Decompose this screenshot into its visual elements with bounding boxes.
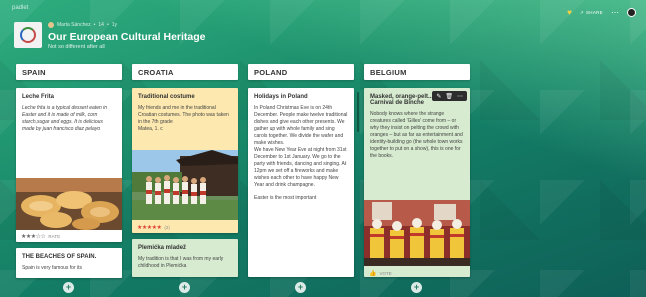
more-icon[interactable]: ⋯ [611, 8, 619, 16]
dot-separator: • [93, 22, 96, 28]
post-title: Plemićka mladež [138, 245, 187, 251]
edit-icon[interactable]: ✎ [436, 93, 441, 100]
post-title: Traditional costume [138, 94, 195, 100]
likes-count: 14 [98, 22, 104, 28]
post-body: My friends and me in the traditional Cro… [138, 105, 229, 125]
add-post-button-croatia[interactable]: + [179, 282, 190, 293]
post-title: Holidays in Poland [254, 94, 308, 100]
post-body: Spain is very famous for its [22, 265, 83, 271]
column-header-croatia: CROATIA [132, 64, 238, 80]
add-post-button-belgium[interactable]: + [411, 282, 422, 293]
post-title: THE BEACHES OF SPAIN. [22, 254, 97, 260]
brand-logo-text[interactable]: padlet [12, 5, 28, 11]
user-avatar[interactable] [627, 8, 636, 17]
carnival-photo [364, 200, 470, 266]
time-ago: 1y [111, 22, 118, 28]
post-body-easter: Easter is the most important [254, 195, 317, 201]
column-scrollbar[interactable] [357, 92, 359, 132]
page-title: Our European Cultural Heritage [48, 31, 206, 43]
header-actions: ♥ ↗ SHARE ⋯ [567, 8, 636, 17]
leche-frita-photo [16, 178, 122, 230]
post-toolbar: ✎ 🗑 ⋯ [432, 91, 467, 101]
post-holidays-in-poland[interactable]: Holidays in Poland In Poland Christmas E… [248, 88, 354, 277]
post-leche-frita[interactable]: Leche Frita Leche frita is a typical des… [16, 88, 122, 242]
rating-bar: ★★★★★ (2) [132, 222, 238, 232]
dot-separator: • [106, 22, 109, 28]
post-title: Leche Frita [22, 94, 55, 100]
post-image[interactable] [364, 200, 470, 266]
star-rating[interactable]: ★★★★★ [137, 224, 162, 231]
post-body-christmas: In Poland Christmas Eve is on 24th Decem… [254, 105, 348, 146]
board-meta: Marta Sánchez • 14 • 1y [48, 22, 117, 28]
rating-count: RATE [48, 233, 61, 239]
vote-bar: 👍 VOTE [364, 268, 470, 277]
column-header-poland: POLAND [248, 64, 354, 80]
post-image[interactable] [132, 150, 238, 220]
author-name[interactable]: Marta Sánchez [57, 22, 91, 28]
heart-icon[interactable]: ♥ [567, 8, 572, 17]
board-icon [14, 22, 42, 48]
add-post-button-spain[interactable]: + [63, 282, 74, 293]
post-plemicka-mladez[interactable]: Plemićka mladež My tradition is that I w… [132, 239, 238, 277]
post-body-new-year: We have New Year Eve at night from 31st … [254, 147, 347, 188]
rating-bar: ★★★☆☆ RATE [16, 231, 122, 241]
costume-group-photo [132, 150, 238, 220]
post-body: Leche frita is a typical dessert eaten i… [22, 105, 108, 125]
post-carnival-de-binche[interactable]: Masked, orange-pelt... at Carnival de Bi… [364, 88, 470, 277]
post-body: Nobody knows where the strange creatures… [370, 111, 463, 159]
rating-count: (2) [164, 224, 170, 230]
star-rating[interactable]: ★★★☆☆ [21, 233, 46, 240]
column-header-spain: SPAIN [16, 64, 122, 80]
delete-icon[interactable]: 🗑 [445, 93, 453, 100]
post-credit: Matea, 1. c [138, 126, 163, 132]
column-header-belgium: BELGIUM [364, 64, 470, 80]
post-credit: made by juan francisco diaz pelayo [22, 126, 101, 132]
add-post-button-poland[interactable]: + [295, 282, 306, 293]
share-button[interactable]: ↗ SHARE [580, 10, 603, 16]
vote-count: VOTE [379, 270, 392, 276]
more-icon[interactable]: ⋯ [457, 93, 463, 100]
post-body: My tradition is that I was from my early… [138, 256, 224, 269]
post-image[interactable] [16, 178, 122, 230]
thumbs-up-icon[interactable]: 👍 [369, 270, 376, 277]
share-label: SHARE [585, 10, 603, 15]
post-traditional-costume[interactable]: Traditional costume My friends and me in… [132, 88, 238, 233]
author-avatar[interactable] [48, 22, 54, 28]
page-subtitle: Not so different after all [48, 44, 105, 50]
header: padlet Marta Sánchez • 14 • 1y Our Europ… [0, 0, 646, 62]
share-icon: ↗ [579, 9, 584, 15]
post-beaches-of-spain[interactable]: THE BEACHES OF SPAIN. Spain is very famo… [16, 248, 122, 278]
